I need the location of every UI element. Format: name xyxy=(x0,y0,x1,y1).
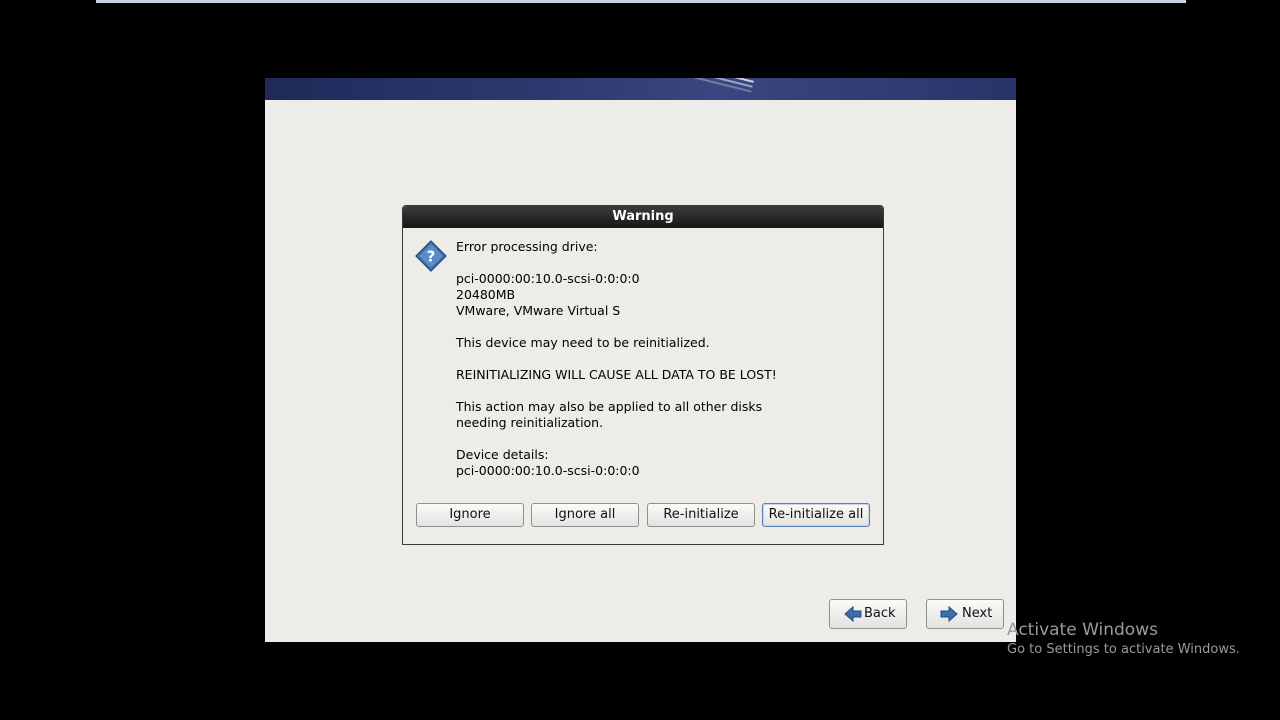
back-button-label: Back xyxy=(864,606,896,621)
watermark-title: Activate Windows xyxy=(1007,620,1158,640)
installer-banner xyxy=(265,78,1016,100)
window-top-edge xyxy=(96,0,1186,3)
activation-watermark: Activate Windows Go to Settings to activ… xyxy=(1007,620,1240,659)
svg-text:?: ? xyxy=(427,248,436,266)
dialog-message: Error processing drive: pci-0000:00:10.0… xyxy=(456,239,777,478)
dialog-title: Warning xyxy=(403,206,883,228)
arrow-left-icon xyxy=(844,606,862,622)
ignore-all-button[interactable]: Ignore all xyxy=(531,503,639,527)
question-icon: ? xyxy=(415,240,447,272)
arrow-right-icon xyxy=(940,606,958,622)
reinitialize-all-button[interactable]: Re-initialize all xyxy=(762,503,870,527)
next-button[interactable]: Next xyxy=(926,599,1004,629)
ignore-button[interactable]: Ignore xyxy=(416,503,524,527)
banner-decoration xyxy=(666,78,754,83)
next-button-label: Next xyxy=(962,606,993,621)
warning-dialog: Warning ? Error processing drive: pci-00… xyxy=(402,205,884,545)
watermark-subtitle: Go to Settings to activate Windows. xyxy=(1007,642,1240,657)
back-button[interactable]: Back xyxy=(829,599,907,629)
reinitialize-button[interactable]: Re-initialize xyxy=(647,503,755,527)
